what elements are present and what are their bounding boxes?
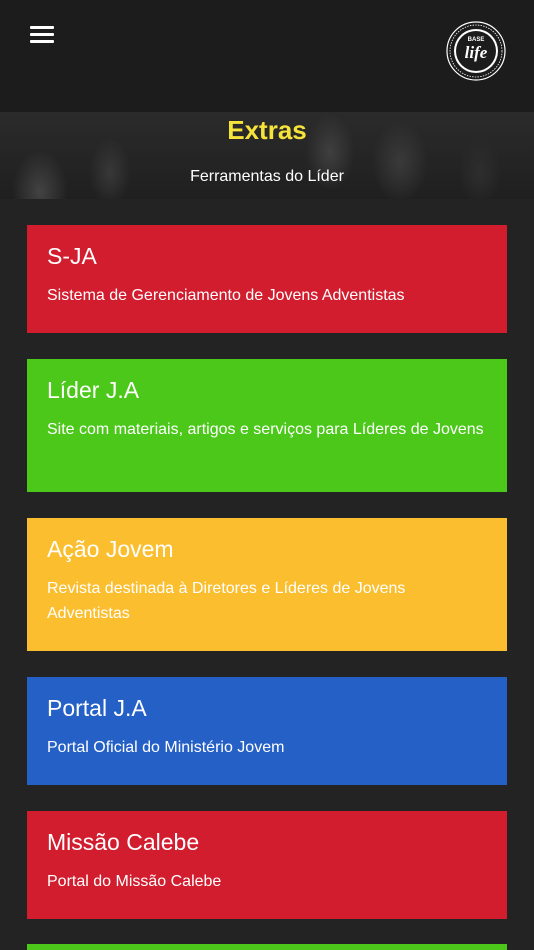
card-description: Portal do Missão Calebe [47, 873, 222, 890]
card-title: Líder J.A [47, 377, 140, 403]
card-description: Sistema de Gerenciamento de Jovens Adven… [47, 287, 405, 304]
card-title: Missão Calebe [47, 829, 200, 855]
card-description: Site com materiais, artigos e serviços p… [47, 421, 484, 438]
svg-text:life: life [465, 43, 488, 62]
top-bar: BASE life [0, 0, 534, 112]
card-description: Portal Oficial do Ministério Jovem [47, 739, 285, 756]
card-missao-calebe[interactable]: Missão Calebe Portal do Missão Calebe [27, 811, 507, 919]
page-subtitle: Ferramentas do Líder [190, 168, 344, 185]
card-sja[interactable]: S-JA Sistema de Gerenciamento de Jovens … [27, 225, 507, 333]
card-title: S-JA [47, 243, 97, 269]
card-description: Revista destinada à Diretores e Líderes … [47, 580, 406, 622]
card-partial[interactable] [27, 944, 507, 950]
card-lider-ja[interactable]: Líder J.A Site com materiais, artigos e … [27, 359, 507, 492]
card-portal-ja[interactable]: Portal J.A Portal Oficial do Ministério … [27, 677, 507, 785]
base-life-logo-icon[interactable]: BASE life [446, 21, 506, 81]
card-title: Portal J.A [47, 695, 147, 721]
hero-banner: Extras Ferramentas do Líder [0, 112, 534, 199]
page-title: Extras [227, 115, 307, 145]
card-acao-jovem[interactable]: Ação Jovem Revista destinada à Diretores… [27, 518, 507, 651]
hamburger-menu-icon[interactable] [30, 26, 54, 46]
card-title: Ação Jovem [47, 536, 174, 562]
